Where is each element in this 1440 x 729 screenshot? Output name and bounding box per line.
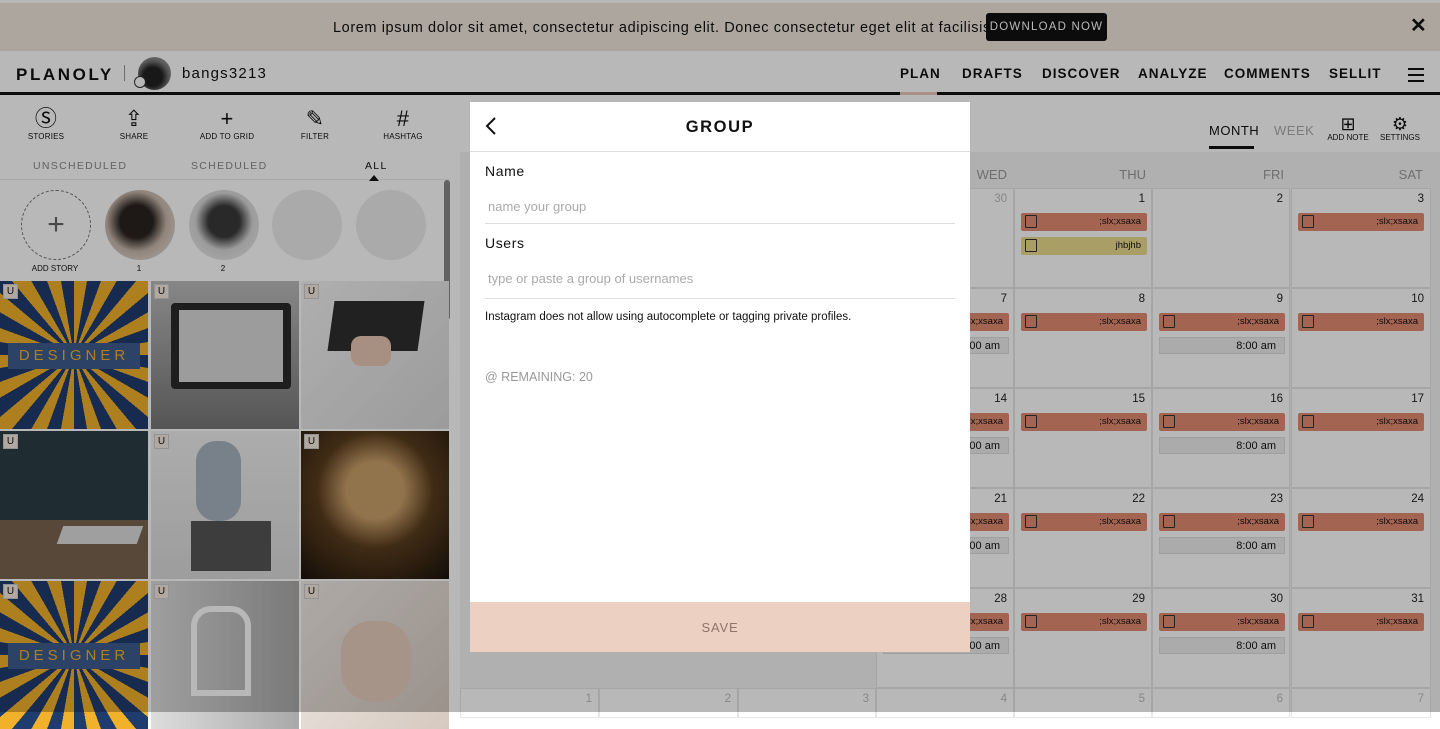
save-button[interactable]: SAVE xyxy=(470,602,970,652)
modal-divider xyxy=(470,151,970,152)
group-name-input[interactable] xyxy=(485,190,955,224)
usernames-input[interactable] xyxy=(485,258,955,299)
modal-title: GROUP xyxy=(685,118,755,136)
name-label: Name xyxy=(485,163,525,179)
users-label: Users xyxy=(485,235,525,251)
group-modal: GROUP Name Users Instagram does not allo… xyxy=(470,102,970,652)
privacy-note: Instagram does not allow using autocompl… xyxy=(485,311,852,323)
remaining-counter: @ REMAINING: 20 xyxy=(485,370,593,384)
